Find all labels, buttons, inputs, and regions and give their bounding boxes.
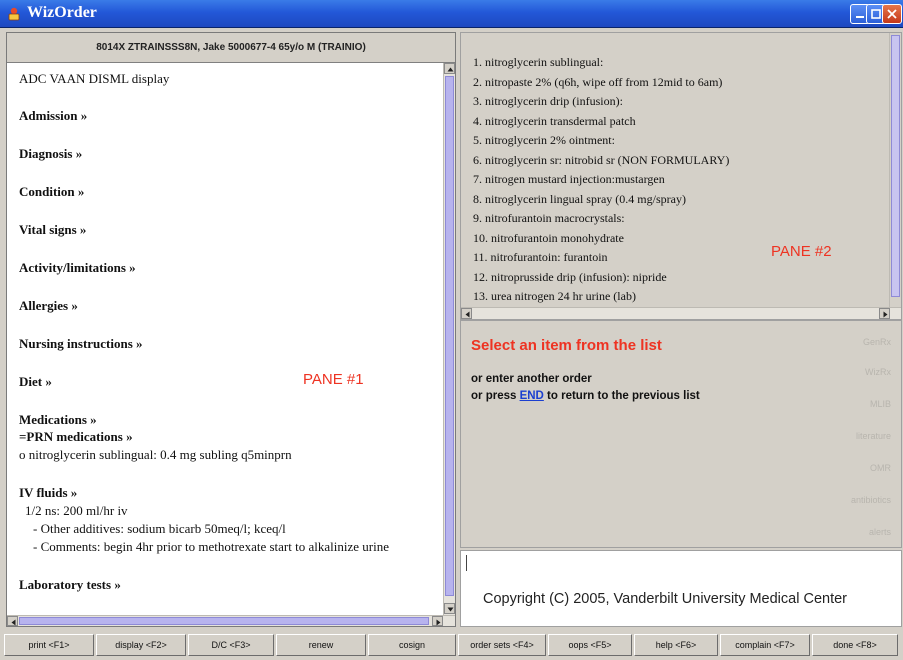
print-button[interactable]: print <F1> [4,634,94,656]
pick-list-item[interactable]: 1. nitroglycerin sublingual: [473,55,603,70]
pick-list-item[interactable]: 11. nitrofurantoin: furantoin [473,250,608,265]
section-admission[interactable]: Admission » [19,108,87,124]
window-title: WizOrder [27,4,97,21]
prompt-line-2-start: or press [471,390,520,402]
section-nursing[interactable]: Nursing instructions » [19,336,143,352]
oops-button[interactable]: oops <F5> [548,634,632,656]
orders-horizontal-scrollbar[interactable] [7,615,455,626]
renew-button[interactable]: renew [276,634,366,656]
patient-header: 8014X ZTRAINSSS8N, Jake 5000677-4 65y/o … [7,33,455,63]
section-lab-tests[interactable]: Laboratory tests » [19,577,121,593]
done-button[interactable]: done <F8> [812,634,898,656]
app-icon [8,7,20,21]
prompt-line-2-end: to return to the previous list [543,390,700,402]
pick-list-item[interactable]: 9. nitrofurantoin macrocrystals: [473,211,625,226]
section-iv-fluids[interactable]: IV fluids » [19,485,77,501]
pick-list-item[interactable]: 6. nitroglycerin sr: nitrobid sr (NON FO… [473,153,729,168]
iv-additives: - Other additives: sodium bicarb 50meq/l… [33,521,286,536]
arrow-left-icon [11,619,16,626]
pick-list-item[interactable]: 12. nitroprusside drip (infusion): nipri… [473,270,667,285]
cosign-button[interactable]: cosign [368,634,456,656]
title-bar: WizOrder [0,0,903,28]
display-title: ADC VAAN DISML display [19,71,170,86]
complain-button[interactable]: complain <F7> [720,634,810,656]
copyright-notice: Copyright (C) 2005, Vanderbilt Universit… [483,591,847,607]
pick-list-item[interactable]: 10. nitrofurantoin monohydrate [473,231,624,246]
med-order-item[interactable]: o nitroglycerin sublingual: 0.4 mg subli… [19,447,292,463]
minimize-icon [856,16,864,18]
side-link-mlib[interactable]: MLIB [870,399,891,409]
side-link-wizrx[interactable]: WizRx [865,367,891,377]
arrow-right-icon [436,619,441,626]
section-diet[interactable]: Diet » [19,374,52,390]
scroll-down-button[interactable] [444,603,455,614]
iv-order-item[interactable]: 1/2 ns: 200 ml/hr iv [25,503,128,519]
order-entry-field[interactable]: Copyright (C) 2005, Vanderbilt Universit… [460,550,902,627]
scroll-right-button[interactable] [432,616,443,626]
iv-comments: - Comments: begin 4hr prior to methotrex… [33,539,389,554]
prompt-pane: Select an item from the list or enter an… [460,320,902,548]
prompt-line-1: or enter another order [471,373,592,385]
pane-1-label: PANE #1 [303,371,364,388]
pick-list-horizontal-scrollbar[interactable] [461,307,901,319]
pick-list-item[interactable]: 8. nitroglycerin lingual spray (0.4 mg/s… [473,192,686,207]
end-key-link[interactable]: END [520,390,544,402]
arrow-down-icon [447,607,454,612]
section-medications[interactable]: Medications » [19,412,97,428]
pick-list-vertical-scrollbar[interactable] [889,33,901,319]
orders-list: ADC VAAN DISML display Admission » Diagn… [7,63,443,615]
close-button[interactable] [882,4,902,24]
arrow-left-icon [465,311,470,318]
section-diagnosis[interactable]: Diagnosis » [19,146,82,162]
pane-2-label: PANE #2 [771,243,832,260]
section-activity[interactable]: Activity/limitations » [19,260,136,276]
pick-list-item[interactable]: 4. nitroglycerin transdermal patch [473,114,636,129]
order-sets-button[interactable]: order sets <F4> [458,634,546,656]
side-link-alerts[interactable]: alerts [869,527,891,537]
arrow-up-icon [447,67,454,72]
side-link-antibiotics[interactable]: antibiotics [851,495,891,505]
arrow-right-icon [883,311,888,318]
help-button[interactable]: help <F6> [634,634,718,656]
pick-list-scroll-left[interactable] [461,308,472,319]
horizontal-scroll-thumb[interactable] [19,617,429,625]
pick-list-item[interactable]: 13. urea nitrogen 24 hr urine (lab) [473,289,636,304]
section-vital-signs[interactable]: Vital signs » [19,222,86,238]
orders-pane: 8014X ZTRAINSSS8N, Jake 5000677-4 65y/o … [6,32,456,627]
section-allergies[interactable]: Allergies » [19,298,78,314]
pick-list-item[interactable]: 3. nitroglycerin drip (infusion): [473,94,623,109]
function-key-bar: print <F1> display <F2> D/C <F3> renew c… [0,630,903,660]
pick-list-scroll-right[interactable] [879,308,890,319]
select-item-heading: Select an item from the list [471,337,662,354]
pick-list-scroll-thumb[interactable] [891,35,900,297]
scroll-thumb[interactable] [445,76,454,596]
pick-list-item[interactable]: 2. nitropaste 2% (q6h, wipe off from 12m… [473,75,722,90]
scroll-left-button[interactable] [7,616,18,626]
section-condition[interactable]: Condition » [19,184,84,200]
maximize-icon [871,9,881,19]
side-link-literature[interactable]: literature [856,431,891,441]
pick-list-pane: 1. nitroglycerin sublingual: 2. nitropast… [460,32,902,320]
side-link-genrx[interactable]: GenRx [863,337,891,347]
text-caret [466,555,467,571]
pick-list-item[interactable]: 7. nitrogen mustard injection:mustargen [473,172,665,187]
orders-vertical-scrollbar[interactable] [443,63,455,615]
close-icon [887,9,897,19]
pick-list-item[interactable]: 5. nitroglycerin 2% ointment: [473,133,615,148]
display-button[interactable]: display <F2> [96,634,186,656]
dc-button[interactable]: D/C <F3> [188,634,274,656]
side-link-omr[interactable]: OMR [870,463,891,473]
prompt-line-2: or press END to return to the previous l… [471,390,700,402]
section-prn[interactable]: =PRN medications » [19,429,133,445]
scroll-up-button[interactable] [444,63,455,74]
